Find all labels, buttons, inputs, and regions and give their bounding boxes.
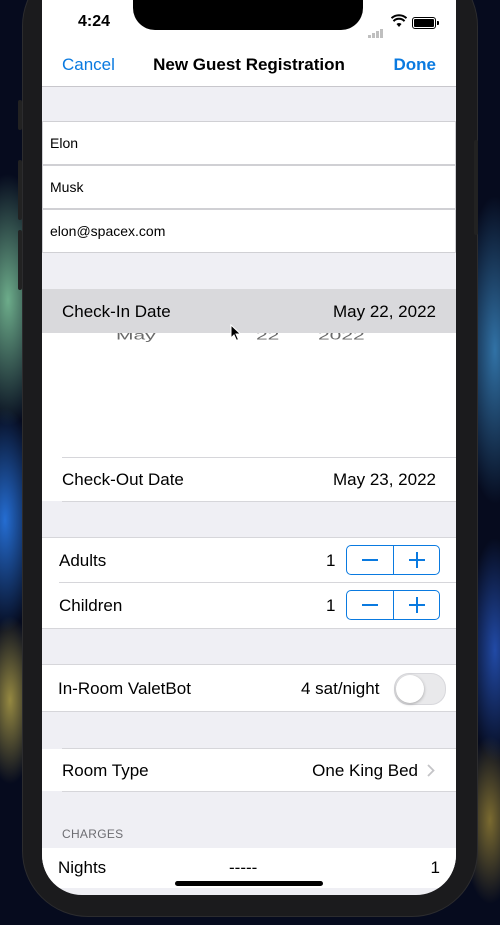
valetbot-row: In-Room ValetBot 4 sat/night	[42, 665, 456, 711]
navigation-bar: Cancel New Guest Registration Done	[42, 42, 456, 87]
signal-icon	[368, 20, 384, 38]
plus-icon[interactable]	[394, 591, 439, 619]
picker-month[interactable]: May	[116, 333, 156, 343]
room-type-row[interactable]: Room Type One King Bed	[42, 749, 456, 791]
check-in-value: May 22, 2022	[332, 302, 436, 321]
volume-up-button	[18, 160, 22, 220]
mute-switch	[18, 100, 22, 130]
picker-year[interactable]: 2022	[318, 333, 365, 343]
last-name-field[interactable]: Musk	[42, 165, 456, 209]
date-picker[interactable]: May 22 2022	[42, 333, 456, 458]
room-type-value: One King Bed	[312, 761, 418, 780]
check-in-label: Check-In Date	[62, 302, 171, 321]
valetbot-label: In-Room ValetBot	[58, 679, 191, 698]
done-button[interactable]: Done	[394, 55, 437, 75]
children-stepper[interactable]	[346, 590, 440, 620]
wifi-icon	[391, 14, 407, 27]
minus-icon[interactable]	[347, 546, 393, 574]
section-divider	[42, 711, 456, 712]
nights-value: 1	[430, 858, 440, 877]
check-out-label: Check-Out Date	[62, 470, 184, 489]
minus-icon[interactable]	[347, 591, 393, 619]
toggle-knob	[396, 675, 424, 703]
room-type-label: Room Type	[62, 761, 149, 780]
adults-label: Adults	[59, 551, 107, 570]
nights-detail: -----	[229, 858, 258, 877]
first-name-value: Elon	[50, 135, 79, 151]
cursor-icon	[230, 324, 242, 342]
plus-icon[interactable]	[394, 546, 439, 574]
first-name-field[interactable]: Elon	[42, 121, 456, 165]
notch	[133, 0, 363, 30]
email-value: elon@spacex.com	[50, 223, 166, 239]
check-out-date-row[interactable]: Check-Out Date May 23, 2022	[42, 458, 456, 501]
valetbot-price: 4 sat/night	[301, 679, 380, 698]
section-divider	[42, 628, 456, 629]
children-count: 1	[326, 596, 336, 615]
volume-down-button	[18, 230, 22, 290]
adults-row: Adults 1	[42, 538, 456, 583]
last-name-value: Musk	[50, 179, 84, 195]
chevron-right-icon	[427, 764, 435, 777]
check-in-date-row[interactable]: Check-In Date May 22, 2022	[42, 289, 456, 333]
adults-stepper[interactable]	[346, 545, 440, 575]
children-row: Children 1	[42, 583, 456, 628]
section-divider	[62, 501, 456, 502]
battery-icon	[412, 17, 439, 29]
check-out-value: May 23, 2022	[332, 470, 436, 489]
home-indicator[interactable]	[175, 881, 323, 886]
nights-label: Nights	[58, 858, 107, 877]
status-time: 4:24	[78, 13, 111, 30]
power-button	[474, 140, 478, 235]
children-label: Children	[59, 596, 123, 615]
charges-header: CHARGES	[62, 827, 124, 841]
email-field[interactable]: elon@spacex.com	[42, 209, 456, 253]
app-screen: 4:24 Cancel New Guest Registration Done …	[42, 0, 456, 895]
section-divider	[62, 791, 456, 792]
valetbot-toggle[interactable]	[394, 673, 446, 705]
adults-count: 1	[326, 551, 336, 570]
picker-day[interactable]: 22	[256, 333, 279, 343]
